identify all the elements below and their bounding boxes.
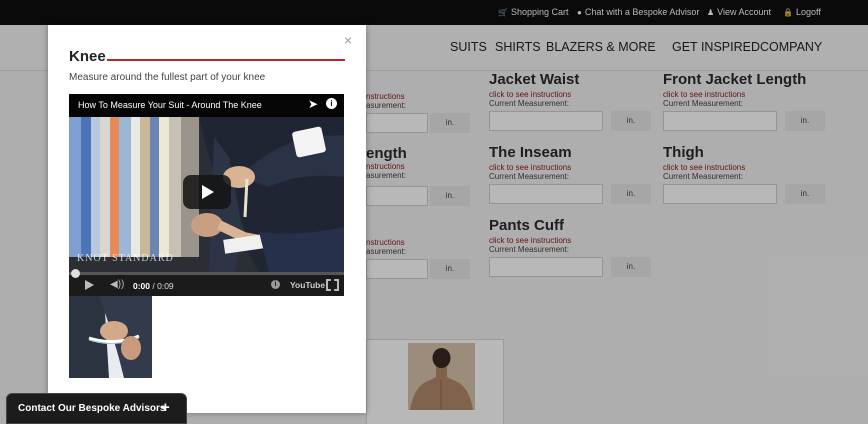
title-divider [107, 59, 345, 61]
contact-advisors-label: Contact Our Bespoke Advisors [18, 403, 166, 414]
video-player[interactable]: How To Measure Your Suit - Around The Kn… [69, 94, 344, 296]
progress-scrubber[interactable] [71, 269, 80, 278]
share-icon[interactable]: ➤ [308, 97, 318, 111]
contact-advisors-tab[interactable]: Contact Our Bespoke Advisors + [6, 393, 187, 424]
video-watermark: KNOT STANDARD [77, 253, 174, 264]
close-icon[interactable]: × [344, 32, 352, 48]
time-current: 0:00 [133, 281, 151, 291]
youtube-logo[interactable]: YouTube [290, 280, 325, 290]
video-controls: ◀)) 0:00 / 0:09 i YouTube [69, 275, 344, 296]
knee-instructions-modal: × Knee Measure around the fullest part o… [48, 25, 366, 413]
knee-measurement-photo [69, 296, 152, 378]
annotations-icon[interactable]: i [271, 280, 280, 289]
play-icon[interactable] [183, 175, 231, 209]
knee-measurement-thumbnail[interactable] [69, 296, 152, 378]
video-time: 0:00 / 0:09 [133, 281, 174, 291]
volume-icon[interactable]: ◀)) [110, 279, 124, 290]
video-header: How To Measure Your Suit - Around The Kn… [69, 94, 344, 117]
fullscreen-icon[interactable] [326, 279, 339, 291]
control-play-icon[interactable] [85, 280, 94, 290]
video-title[interactable]: How To Measure Your Suit - Around The Kn… [78, 100, 262, 110]
plus-icon[interactable]: + [161, 399, 170, 416]
info-icon[interactable]: i [326, 98, 337, 109]
modal-subtitle: Measure around the fullest part of your … [69, 72, 266, 83]
modal-title: Knee [69, 48, 106, 65]
time-total: / 0:09 [152, 281, 174, 291]
